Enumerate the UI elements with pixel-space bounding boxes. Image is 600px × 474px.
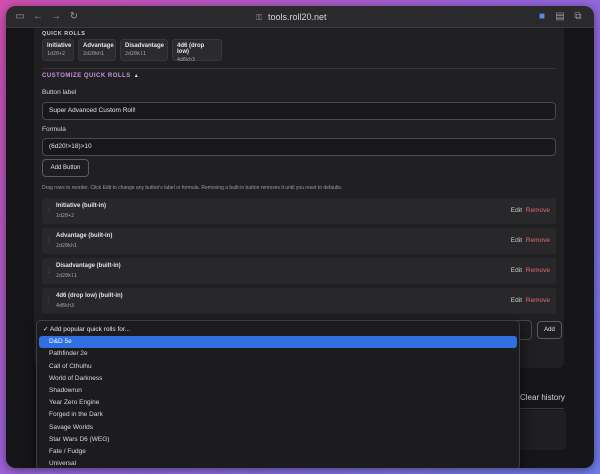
edit-button[interactable]: Edit <box>511 297 522 304</box>
drag-handle-icon[interactable]: ⋮ <box>46 267 52 275</box>
browser-window: ▭ ← → ↻ ⚿ tools.roll20.net ■ ▤ ⧉ QUICK RO… <box>6 6 594 468</box>
remove-button[interactable]: Remove <box>526 267 550 274</box>
edit-button[interactable]: Edit <box>511 237 522 244</box>
add-button[interactable]: Add Button <box>42 159 89 177</box>
button-label-label: Button label <box>42 89 77 96</box>
quick-roll-row[interactable]: ⋮ Disadvantage (built-in) 2d20kl1 Edit R… <box>42 258 556 284</box>
popular-rolls-dropdown[interactable]: ✓ Add popular quick rolls for... D&D 5e … <box>36 320 520 468</box>
dice-panel: QUICK ROLLS Initiative 1d20+2 Advantage … <box>34 28 564 368</box>
reader-icon[interactable]: ▤ <box>554 11 566 23</box>
page-content: QUICK ROLLS Initiative 1d20+2 Advantage … <box>6 28 594 468</box>
quick-roll-formula: 1d20+2 <box>47 51 66 57</box>
dropdown-option[interactable]: Savage Worlds <box>39 422 517 434</box>
dropdown-option[interactable]: Star Wars D6 (WEG) <box>39 434 517 446</box>
dropdown-option[interactable]: Call of Cthulhu <box>39 361 517 373</box>
dropdown-option[interactable]: Forged in the Dark <box>39 409 517 421</box>
quick-roll-row[interactable]: ⋮ 4d6 (drop low) (built-in) 4d6kh3 Edit … <box>42 288 556 314</box>
extension-icon[interactable]: ■ <box>536 11 548 23</box>
quick-roll-label: 4d6 (drop low) <box>177 43 205 55</box>
url-text: tools.roll20.net <box>268 12 327 22</box>
row-title: Advantage (built-in) <box>56 233 113 239</box>
drag-handle-icon[interactable]: ⋮ <box>46 237 52 245</box>
divider <box>42 68 556 69</box>
quick-roll-button[interactable]: Disadvantage 2d20kl1 <box>120 39 168 61</box>
quick-roll-button[interactable]: Advantage 2d20kh1 <box>78 39 116 61</box>
remove-button[interactable]: Remove <box>526 237 550 244</box>
customize-toggle[interactable]: CUSTOMIZE QUICK ROLLS ▲ <box>42 73 139 79</box>
dropdown-option[interactable]: Shadowrun <box>39 385 517 397</box>
edit-button[interactable]: Edit <box>511 207 522 214</box>
browser-toolbar: ▭ ← → ↻ ⚿ tools.roll20.net ■ ▤ ⧉ <box>6 6 594 28</box>
row-formula: 4d6kh3 <box>56 303 75 309</box>
quick-roll-button[interactable]: 4d6 (drop low) 4d6kh3 <box>172 39 222 63</box>
quick-roll-row[interactable]: ⋮ Advantage (built-in) 2d20kh1 Edit Remo… <box>42 228 556 254</box>
quick-roll-label: Disadvantage <box>125 43 165 49</box>
reorder-hint: Drag rows to reorder. Click Edit to chan… <box>42 185 343 191</box>
drag-handle-icon[interactable]: ⋮ <box>46 207 52 215</box>
customize-title: CUSTOMIZE QUICK ROLLS <box>42 73 131 79</box>
edit-button[interactable]: Edit <box>511 267 522 274</box>
caret-up-icon: ▲ <box>133 73 140 79</box>
row-formula: 2d20kl1 <box>56 273 78 279</box>
row-title: Disadvantage (built-in) <box>56 263 121 269</box>
formula-label: Formula <box>42 126 66 133</box>
remove-button[interactable]: Remove <box>526 207 550 214</box>
dropdown-option[interactable]: Year Zero Engine <box>39 397 517 409</box>
sidebar-icon[interactable]: ▭ <box>14 11 26 23</box>
dropdown-header[interactable]: ✓ Add popular quick rolls for... <box>39 324 517 336</box>
row-formula: 2d20kh1 <box>56 243 78 249</box>
quick-roll-formula: 2d20kh1 <box>83 51 105 57</box>
dropdown-option[interactable]: Universal <box>39 458 517 468</box>
formula-input[interactable]: (6d20!>18)>10 <box>42 138 556 156</box>
dropdown-option[interactable]: Fate / Fudge <box>39 446 517 458</box>
drag-handle-icon[interactable]: ⋮ <box>46 297 52 305</box>
lock-icon: ⚿ <box>256 13 263 22</box>
quick-rolls-title: QUICK ROLLS <box>42 31 86 37</box>
dropdown-option[interactable]: D&D 5e <box>39 336 517 349</box>
button-label-input[interactable]: Super Advanced Custom Roll! <box>42 102 556 120</box>
quick-roll-formula: 4d6kh3 <box>177 57 196 63</box>
quick-roll-label: Advantage <box>83 43 114 49</box>
dropdown-option[interactable]: World of Darkness <box>39 373 517 385</box>
quick-roll-button[interactable]: Initiative 1d20+2 <box>42 39 74 61</box>
add-popular-button[interactable]: Add <box>537 321 562 339</box>
tabs-icon[interactable]: ⧉ <box>572 11 584 23</box>
address-bar[interactable]: ⚿ tools.roll20.net <box>256 11 327 23</box>
clear-history-button[interactable]: Clear history <box>520 393 565 402</box>
reload-icon[interactable]: ↻ <box>68 11 80 23</box>
quick-roll-row[interactable]: ⋮ Initiative (built-in) 1d20+2 Edit Remo… <box>42 198 556 224</box>
row-title: Initiative (built-in) <box>56 203 106 209</box>
quick-roll-formula: 2d20kl1 <box>125 51 147 57</box>
row-title: 4d6 (drop low) (built-in) <box>56 293 123 299</box>
row-formula: 1d20+2 <box>56 213 75 219</box>
remove-button[interactable]: Remove <box>526 297 550 304</box>
dropdown-option[interactable]: Pathfinder 2e <box>39 348 517 360</box>
forward-icon[interactable]: → <box>50 11 62 23</box>
quick-roll-label: Initiative <box>47 43 72 49</box>
back-icon[interactable]: ← <box>32 11 44 23</box>
